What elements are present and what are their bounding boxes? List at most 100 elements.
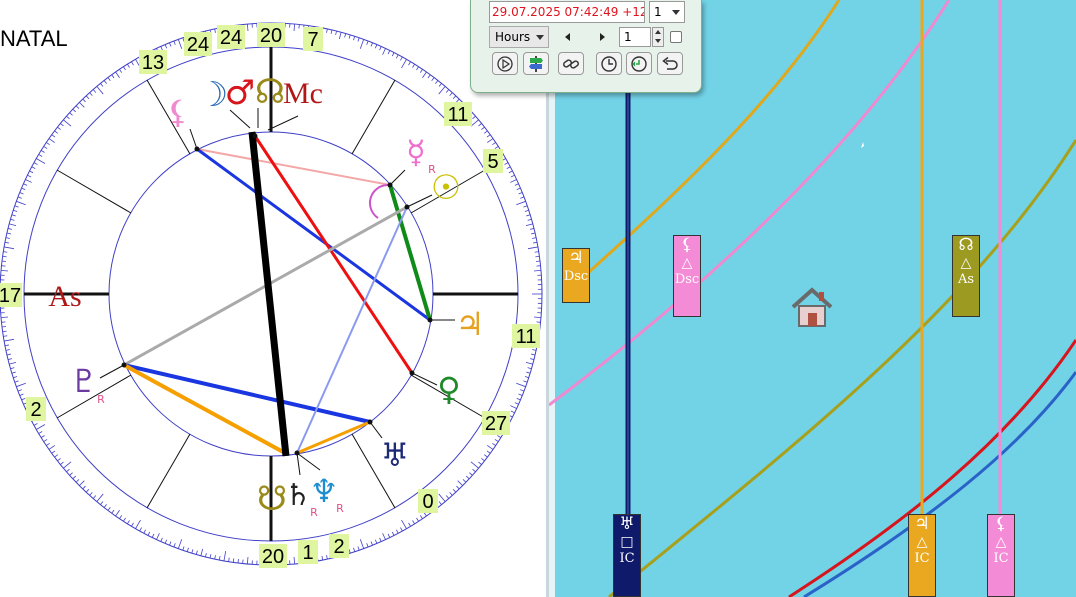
degree-tick — [96, 86, 104, 95]
degree-tick — [3, 335, 8, 337]
svg-text:20: 20 — [260, 25, 282, 47]
auto-step-checkbox[interactable] — [670, 31, 682, 43]
link-button[interactable] — [558, 52, 584, 75]
degree-tick — [449, 92, 453, 96]
svg-text:24: 24 — [220, 27, 242, 49]
degree-tick — [89, 492, 93, 496]
degree-tick — [353, 547, 356, 552]
degree-tick — [438, 493, 446, 502]
degree-tick — [321, 556, 324, 561]
degree-tick — [0, 316, 9, 319]
degree-tick — [31, 166, 36, 170]
degree-tick — [526, 371, 531, 374]
degree-tick — [66, 468, 70, 473]
undo-button[interactable] — [657, 52, 683, 75]
degree-tick — [527, 218, 532, 221]
degree-tick — [518, 393, 523, 396]
time-unit-dropdown[interactable]: Hours — [489, 26, 549, 48]
degree-tick — [483, 454, 488, 458]
degree-tick — [533, 269, 542, 272]
badge-label: Dsc — [563, 269, 589, 284]
mercury-glyph: ☿ — [406, 133, 426, 171]
degree-tick — [51, 134, 56, 138]
degree-tick — [82, 98, 86, 103]
degree-tick — [516, 397, 521, 401]
step-dropdown[interactable]: 1 — [649, 1, 685, 23]
degree-tick — [29, 170, 34, 174]
degree-tick — [452, 488, 457, 493]
trine-icon: △ — [916, 534, 928, 550]
degree-tick — [177, 539, 183, 549]
chart-wheel[interactable]: 17 2 20 1 2 0 27 11 5 11 7 20 24 24 13 A… — [0, 0, 546, 597]
degree-tick — [156, 533, 160, 540]
badge-jupiter-dsc[interactable]: ♃ Dsc — [562, 248, 590, 303]
degree-tick — [214, 555, 216, 560]
badge-lilith-dsc[interactable]: ⚸ △ Dsc — [673, 235, 701, 317]
degree-tick — [36, 158, 46, 164]
degree-tick — [7, 228, 13, 230]
badge-lilith-ic[interactable]: ⚸ △ IC — [987, 514, 1015, 597]
cusp-label-mc: 20 — [257, 23, 285, 47]
trine-icon: △ — [960, 255, 972, 271]
degree-tick — [23, 183, 28, 186]
degree-tick — [527, 246, 538, 250]
degree-tick — [534, 251, 539, 253]
degree-tick — [520, 196, 525, 199]
degree-tick — [57, 458, 61, 462]
degree-tick — [127, 520, 130, 525]
step-amount-input[interactable]: 1 — [619, 27, 651, 47]
degree-tick — [246, 556, 249, 565]
degree-tick — [246, 23, 249, 32]
degree-tick — [510, 174, 515, 178]
ascendant-label: As — [48, 280, 81, 313]
datetime-field[interactable]: 29.07.2025 07:42:49 +12 — [489, 1, 645, 23]
home-icon[interactable] — [789, 286, 835, 328]
degree-tick — [330, 29, 333, 34]
cusp-label-11: 24 — [217, 25, 245, 49]
step-amount-spinner[interactable] — [652, 27, 664, 47]
degree-tick — [357, 546, 360, 551]
degree-tick — [123, 517, 126, 522]
degree-tick — [13, 209, 18, 212]
transit-signpost-button[interactable] — [523, 52, 549, 75]
degree-tick — [374, 539, 378, 544]
degree-tick — [11, 371, 16, 374]
cusp-label-8: 5 — [483, 149, 503, 173]
svg-text:17: 17 — [0, 285, 21, 307]
pluto-glyph: ♇ — [70, 362, 99, 400]
degree-tick — [10, 218, 15, 221]
cusp-label-7: 11 — [512, 324, 540, 348]
saturn-glyph: ♄ — [285, 478, 312, 513]
degree-tick — [348, 549, 351, 554]
degree-tick — [60, 123, 64, 127]
reset-time-button[interactable] — [626, 52, 652, 75]
svg-text:1: 1 — [302, 542, 313, 564]
svg-text:0: 0 — [422, 491, 433, 513]
degree-tick — [17, 389, 22, 392]
badge-jupiter-ic[interactable]: ♃ △ IC — [908, 514, 936, 597]
degree-tick — [326, 28, 328, 33]
degree-tick — [103, 504, 107, 508]
degree-tick — [531, 232, 536, 235]
badge-node-as[interactable]: ☊ △ As — [952, 235, 980, 317]
degree-tick — [462, 479, 467, 483]
degree-tick — [438, 501, 442, 505]
degree-tick — [427, 74, 431, 79]
clock-button[interactable] — [596, 52, 622, 75]
chevron-down-icon — [672, 10, 680, 15]
degree-tick — [173, 40, 176, 45]
degree-tick — [527, 367, 532, 370]
lilith-icon: ⚸ — [680, 235, 694, 255]
degree-tick — [412, 63, 415, 68]
degree-tick — [510, 410, 515, 414]
step-forward-button[interactable] — [600, 33, 605, 41]
play-button[interactable] — [492, 52, 518, 75]
degree-tick — [54, 130, 59, 134]
degree-tick — [48, 445, 55, 450]
degree-tick — [508, 170, 513, 174]
step-back-button[interactable] — [565, 33, 570, 41]
degree-tick — [487, 138, 494, 143]
reset-clock-icon — [631, 56, 647, 72]
svg-text:11: 11 — [516, 326, 537, 348]
badge-uranus-ic[interactable]: ♅ □ IC — [613, 514, 641, 597]
